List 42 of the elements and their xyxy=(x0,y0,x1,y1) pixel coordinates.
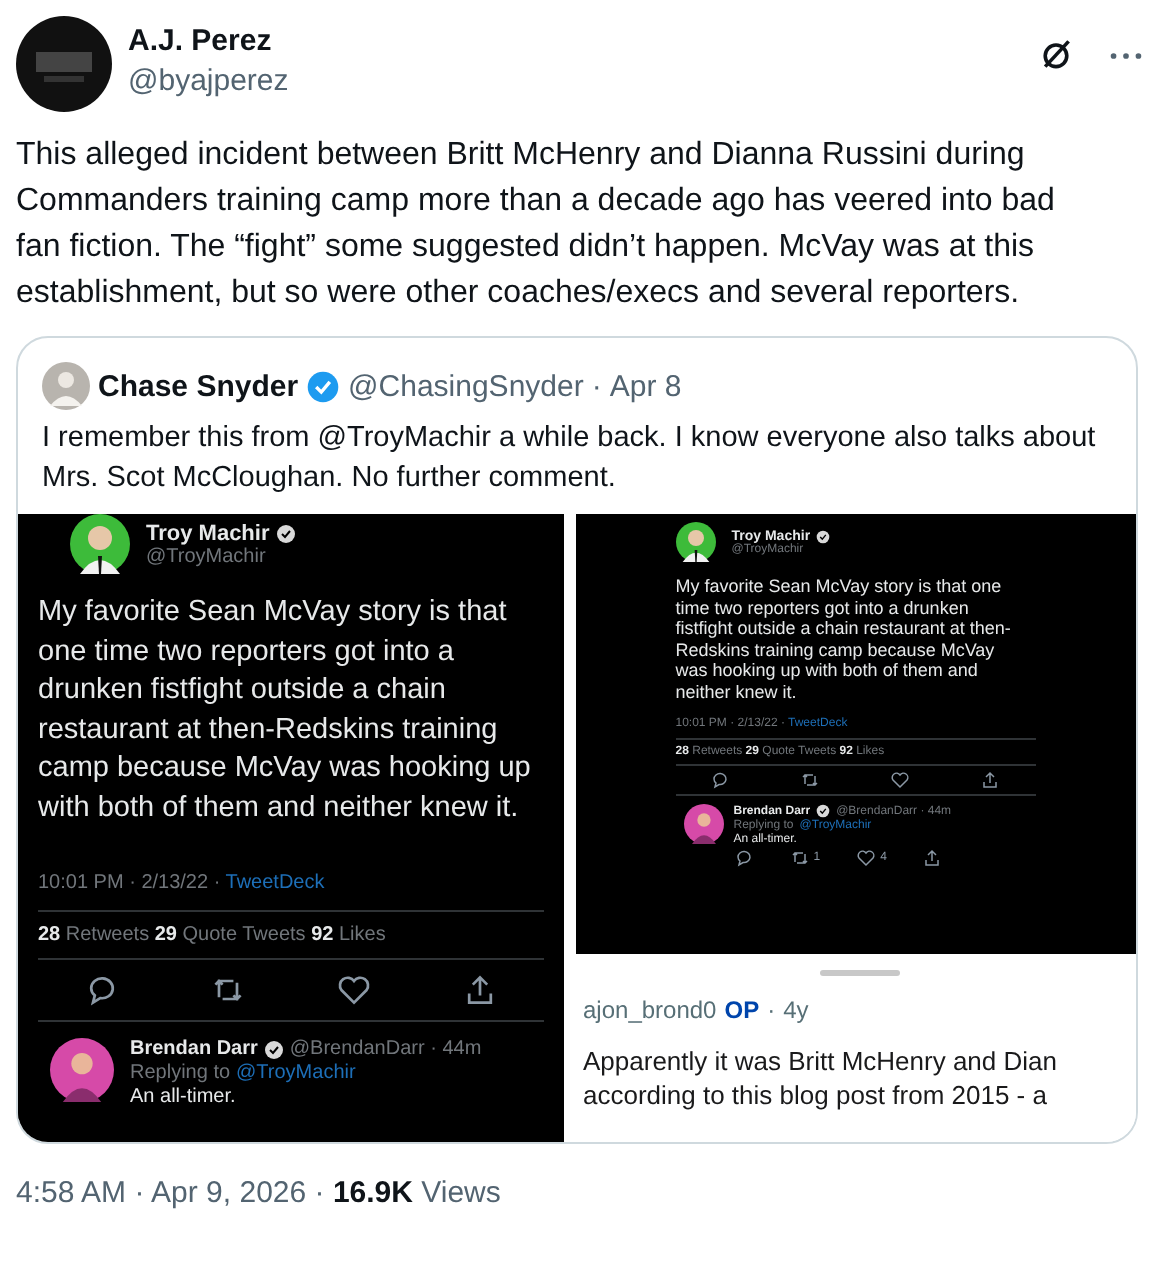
comment-text-line: Apparently it was Britt McHenry and Dian xyxy=(583,1044,1059,1078)
tweet-text: My favorite Sean McVay story is that one time two reporters got into a drunken fistfight outside a chain restaurant at then-Redskins training camp because McVay was hooking up with both of them and neither knew it. xyxy=(38,594,533,827)
share-icon xyxy=(980,770,1001,790)
quoted-author-handle[interactable]: @ChasingSnyder xyxy=(348,369,584,403)
screenshot-image[interactable] xyxy=(575,514,1136,1142)
mention-link: @TroyMachir xyxy=(236,1062,356,1084)
separator-dot: · xyxy=(591,369,602,403)
retweet-icon xyxy=(800,770,821,790)
reply-text: An all-timer. xyxy=(130,1086,238,1108)
tweet-author-name: Troy Machir xyxy=(146,521,270,545)
tweet-source: TweetDeck xyxy=(225,872,325,894)
quoted-author-name[interactable]: Chase Snyder xyxy=(98,369,299,403)
comment-username: ajon_brond0 xyxy=(583,996,717,1024)
more-icon[interactable] xyxy=(1110,52,1142,60)
separator-dot: · xyxy=(767,996,776,1024)
retweet-icon xyxy=(789,848,810,868)
tweet-author-handle: @TroyMachir xyxy=(146,545,268,567)
post-timestamp-views: 4:58 AM · Apr 9, 2026 · 16.9K Views xyxy=(16,1176,503,1210)
author-name[interactable]: A.J. Perez xyxy=(128,24,1022,58)
like-icon xyxy=(856,848,877,868)
reply-author-name: Brendan Darr xyxy=(130,1038,258,1060)
tweet-stats: 28 Retweets 29 Quote Tweets 92 Likes xyxy=(38,924,386,946)
drag-handle[interactable] xyxy=(819,970,900,976)
slashed-circle-icon[interactable] xyxy=(1038,36,1074,72)
screenshot-image[interactable] xyxy=(18,514,563,1142)
reply-icon xyxy=(710,770,731,790)
post-text: This alleged incident between Britt McHenry and Dianna Russini during Commanders training camp more than a decade ago has veered into bad fan fiction. The “fight” some suggested didn’t happen. McVay was at this establishment, but so were other coaches/execs and several reporters. xyxy=(16,136,1057,314)
share-icon xyxy=(922,848,943,868)
like-icon xyxy=(335,972,372,1008)
reply-icon xyxy=(733,848,754,868)
comment-age: 4y xyxy=(783,996,809,1024)
author-handle[interactable]: @byajperez xyxy=(128,64,1022,98)
like-icon xyxy=(890,770,911,790)
reply-handle: @BrendanDarr · 44m xyxy=(289,1038,482,1060)
quoted-post-date[interactable]: Apr 8 xyxy=(609,369,682,403)
replying-to-label: Replying to xyxy=(130,1062,231,1084)
quoted-post-text: I remember this from @TroyMachir a while back. I know everyone also talks about Mrs. Scot McCloughan. No further comment. xyxy=(42,420,1098,498)
tweet-text: My favorite Sean McVay story is that one time two reporters got into a drunken fistfight outside a chain restaurant at then-Redskins training camp because McVay was hooking up with both of them and neither knew it. xyxy=(675,576,1012,702)
op-label: OP xyxy=(724,996,760,1024)
tweet-timestamp: 10:01 PM · 2/13/22 · xyxy=(38,872,223,894)
comment-text-line: according to this blog post from 2015 - a xyxy=(583,1078,1049,1112)
quoted-post-card[interactable] xyxy=(16,336,1138,1144)
